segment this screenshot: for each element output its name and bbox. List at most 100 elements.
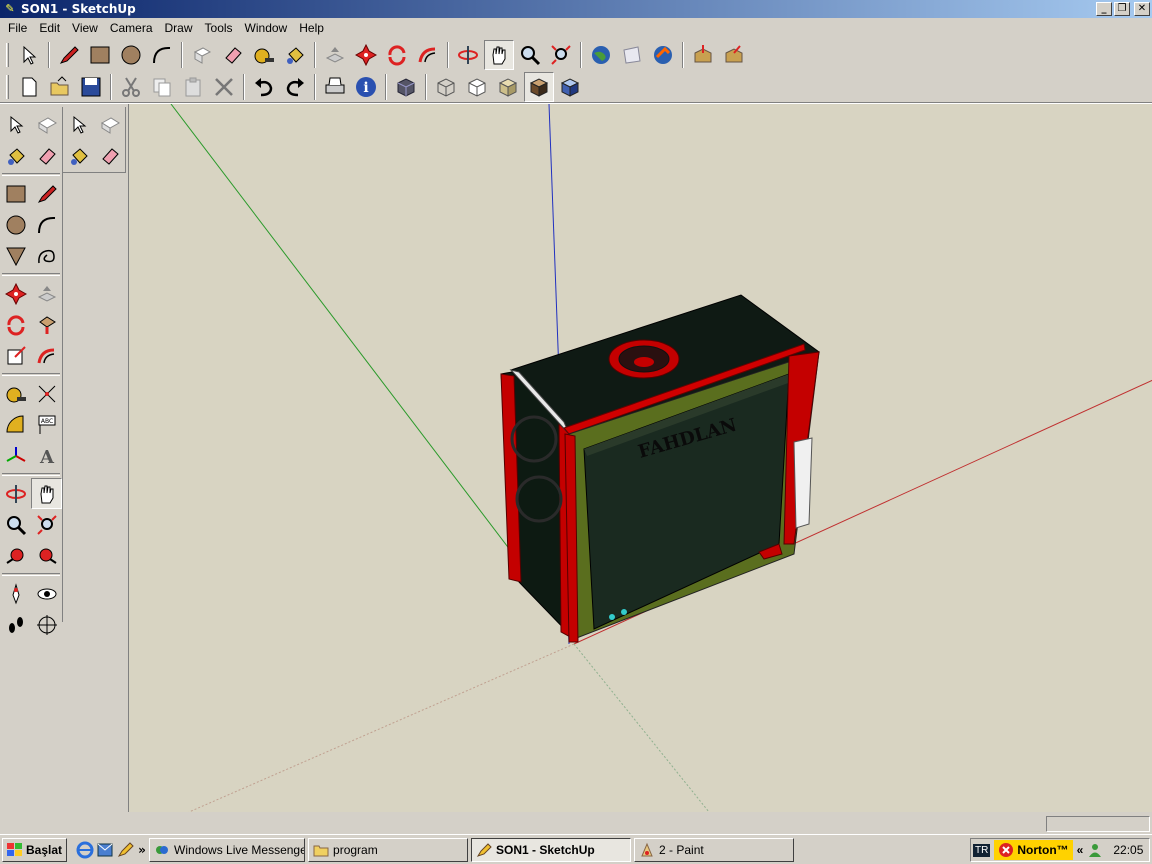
quicklaunch-more-icon[interactable]: » <box>135 843 149 857</box>
undo-icon[interactable] <box>249 72 279 102</box>
pc-case-model[interactable]: FAHDLAN <box>500 294 821 643</box>
paint-bucket-icon[interactable] <box>280 40 310 70</box>
export-icon[interactable] <box>719 40 749 70</box>
eraser-icon[interactable] <box>94 140 125 171</box>
zoom-icon[interactable] <box>515 40 545 70</box>
menu-tools[interactable]: Tools <box>199 21 239 35</box>
rectangle-icon[interactable] <box>85 40 115 70</box>
scale-icon[interactable] <box>0 340 31 371</box>
xray-icon[interactable] <box>431 72 461 102</box>
text-icon[interactable]: ABC <box>31 409 62 440</box>
next-view-icon[interactable] <box>31 540 62 571</box>
google-earth-icon[interactable] <box>586 40 616 70</box>
menu-view[interactable]: View <box>66 21 104 35</box>
zoom-window-icon[interactable] <box>31 509 62 540</box>
make-component-icon[interactable] <box>94 109 125 140</box>
select-icon[interactable] <box>0 109 31 140</box>
push-pull-icon[interactable] <box>320 40 350 70</box>
cut-icon[interactable] <box>116 72 146 102</box>
make-component-icon[interactable] <box>31 109 62 140</box>
iso-view-icon[interactable] <box>391 72 421 102</box>
look-around-icon[interactable] <box>31 578 62 609</box>
get-models-icon[interactable] <box>617 40 647 70</box>
select-icon[interactable] <box>14 40 44 70</box>
language-indicator[interactable]: TR <box>973 843 991 857</box>
messenger-tray-icon[interactable] <box>1087 842 1103 858</box>
rectangle-icon[interactable] <box>0 178 31 209</box>
open-icon[interactable] <box>45 72 75 102</box>
menu-draw[interactable]: Draw <box>159 21 199 35</box>
tape-measure-icon[interactable] <box>0 378 31 409</box>
move-icon[interactable] <box>0 278 31 309</box>
rotate-icon[interactable] <box>382 40 412 70</box>
close-button[interactable]: ✕ <box>1134 2 1150 16</box>
copy-icon[interactable] <box>147 72 177 102</box>
model-info-icon[interactable]: i <box>351 72 381 102</box>
measurements-box[interactable] <box>1046 816 1150 832</box>
push-pull-icon[interactable] <box>31 278 62 309</box>
paint-bucket-icon[interactable] <box>0 140 31 171</box>
import-icon[interactable] <box>688 40 718 70</box>
textured-icon[interactable] <box>555 72 585 102</box>
arc-icon[interactable] <box>147 40 177 70</box>
redo-icon[interactable] <box>280 72 310 102</box>
hidden-line-icon[interactable] <box>493 72 523 102</box>
paste-icon[interactable] <box>178 72 208 102</box>
position-camera-icon[interactable] <box>0 578 31 609</box>
orbit-icon[interactable] <box>453 40 483 70</box>
menu-edit[interactable]: Edit <box>33 21 66 35</box>
pan-icon[interactable] <box>484 40 514 70</box>
follow-me-icon[interactable] <box>31 309 62 340</box>
restore-button[interactable]: ❐ <box>1114 2 1130 16</box>
zoom-icon[interactable] <box>0 509 31 540</box>
freehand-icon[interactable] <box>31 240 62 271</box>
axes-icon[interactable] <box>0 440 31 471</box>
wireframe-icon[interactable] <box>462 72 492 102</box>
minimize-button[interactable]: _ <box>1096 2 1112 16</box>
tray-chevron-icon[interactable]: « <box>1077 843 1084 857</box>
clock[interactable]: 22:05 <box>1113 843 1143 857</box>
menu-file[interactable]: File <box>2 21 33 35</box>
follow-me-icon[interactable] <box>413 40 443 70</box>
norton-badge[interactable]: Norton™ <box>994 840 1073 860</box>
3d-text-icon[interactable]: A <box>31 440 62 471</box>
menu-help[interactable]: Help <box>293 21 330 35</box>
task-program[interactable]: program <box>308 837 469 862</box>
circle-icon[interactable] <box>0 209 31 240</box>
pan-icon[interactable] <box>31 478 62 509</box>
make-component-icon[interactable] <box>187 40 217 70</box>
circle-icon[interactable] <box>116 40 146 70</box>
menu-camera[interactable]: Camera <box>104 21 159 35</box>
tape-measure-icon[interactable] <box>249 40 279 70</box>
previous-view-icon[interactable] <box>0 540 31 571</box>
toolbar-grip[interactable] <box>6 75 9 99</box>
section-plane-icon[interactable] <box>31 609 62 640</box>
delete-icon[interactable] <box>209 72 239 102</box>
share-model-icon[interactable] <box>648 40 678 70</box>
save-icon[interactable] <box>76 72 106 102</box>
scene-canvas[interactable]: FAHDLAN <box>129 104 1152 812</box>
select-icon[interactable] <box>63 109 94 140</box>
move-icon[interactable] <box>351 40 381 70</box>
task-sketchup[interactable]: SON1 - SketchUp <box>471 837 632 862</box>
walk-icon[interactable] <box>0 609 31 640</box>
pencil-icon[interactable] <box>54 40 84 70</box>
start-button[interactable]: Başlat <box>2 837 68 862</box>
shaded-icon[interactable] <box>524 72 554 102</box>
rotate-icon[interactable] <box>0 309 31 340</box>
line-icon[interactable] <box>31 178 62 209</box>
dimension-icon[interactable] <box>31 378 62 409</box>
internet-explorer-icon[interactable] <box>75 840 95 860</box>
new-icon[interactable] <box>14 72 44 102</box>
menu-window[interactable]: Window <box>239 21 294 35</box>
arc-icon[interactable] <box>31 209 62 240</box>
eraser-icon[interactable] <box>218 40 248 70</box>
task-paint[interactable]: 2 - Paint <box>634 837 795 862</box>
offset-icon[interactable] <box>31 340 62 371</box>
eraser-icon[interactable] <box>31 140 62 171</box>
zoom-extents-icon[interactable] <box>546 40 576 70</box>
sketchup-quicklaunch-icon[interactable] <box>115 840 135 860</box>
print-icon[interactable] <box>320 72 350 102</box>
toolbar-grip[interactable] <box>6 43 9 67</box>
outlook-express-icon[interactable] <box>95 840 115 860</box>
